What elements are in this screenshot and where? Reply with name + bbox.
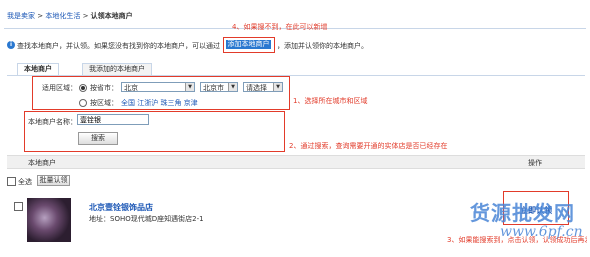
info-text-after: ，添加并认领你的本地商户。 <box>277 42 368 50</box>
row-checkbox[interactable] <box>14 202 23 211</box>
tab-my-merchants[interactable]: 我添加的本地商户 <box>82 63 152 75</box>
by-city-label: 按省市： <box>90 84 118 92</box>
breadcrumb-section[interactable]: 本地化生活 <box>45 12 80 20</box>
search-button[interactable]: 搜索 <box>78 132 118 145</box>
col-action: 操作 <box>528 159 542 167</box>
region-label: 适用区域： <box>42 84 77 92</box>
merchant-name-input[interactable] <box>77 114 149 125</box>
chevron-down-icon: ▼ <box>273 83 282 91</box>
add-merchant-button[interactable]: 添加本地商户 <box>223 37 275 53</box>
breadcrumb-sep-icon: > <box>82 12 91 20</box>
merchant-photo[interactable] <box>27 198 71 242</box>
breadcrumb-home[interactable]: 我是卖家 <box>7 12 35 20</box>
breadcrumb: 我是卖家 > 本地化生活 > 认领本地商户 <box>7 11 133 21</box>
tab-bar: 本地商户 我添加的本地商户 <box>7 63 585 76</box>
select-all-label: 全选 <box>18 178 32 186</box>
city-value: 北京市 <box>203 84 224 92</box>
add-merchant-button-inner: 添加本地商户 <box>226 40 271 49</box>
by-zone-radio[interactable] <box>79 99 87 107</box>
zone-links[interactable]: 全国 江浙沪 珠三角 京津 <box>121 98 198 108</box>
annotation-claim: 3、如果能搜索到，点击认领，认领成功后再发布商品 <box>447 236 587 244</box>
merchant-name-label: 本地商户名称： <box>28 118 77 126</box>
watermark-title: 货源批发网 <box>470 201 575 225</box>
tab-local-merchants[interactable]: 本地商户 <box>17 63 59 75</box>
batch-claim-button[interactable]: 批量认领 <box>37 175 70 186</box>
province-value: 北京 <box>124 84 138 92</box>
select-all-checkbox[interactable] <box>7 177 16 186</box>
chevron-down-icon: ▼ <box>228 83 237 91</box>
table-header: 本地商户 操作 <box>7 155 585 169</box>
watermark-logo: 货源批发网 www.6pf.cn <box>470 197 583 240</box>
info-text-before: 查找本地商户，并认领。如果您没有找到你的本地商户，可以通过 <box>17 42 220 50</box>
district-select[interactable]: 请选择 ▼ <box>243 82 283 92</box>
chevron-down-icon: ▼ <box>185 83 194 91</box>
col-merchant: 本地商户 <box>28 159 56 167</box>
annotation-add: 4、如果搜不到，在此可以新增 <box>232 23 328 31</box>
merchant-name-link[interactable]: 北京壹铨银饰品店 <box>89 202 153 213</box>
by-zone-label: 按区域： <box>90 99 118 107</box>
annotation-search: 2、通过搜索，查询需要开通的实体店是否已经存在 <box>289 142 448 150</box>
info-icon: i <box>7 41 15 49</box>
by-city-radio[interactable] <box>79 84 87 92</box>
province-select[interactable]: 北京 ▼ <box>121 82 195 92</box>
district-value: 请选择 <box>246 84 267 92</box>
annotation-region: 1、选择所在城市和区域 <box>293 97 368 105</box>
city-select[interactable]: 北京市 ▼ <box>200 82 238 92</box>
breadcrumb-current: 认领本地商户 <box>90 12 133 20</box>
merchant-address: 地址：SOHO现代城D座知遇街店2-1 <box>89 215 204 223</box>
